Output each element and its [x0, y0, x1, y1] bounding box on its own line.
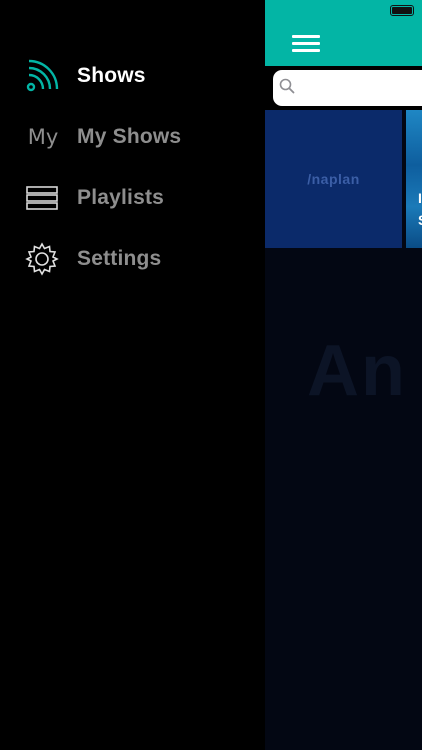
search-field[interactable]: [273, 70, 422, 106]
gear-icon: [24, 241, 60, 277]
show-tile-logo: /naplan: [307, 171, 360, 187]
sidebar-item-my-shows[interactable]: My My Shows: [0, 111, 265, 163]
show-tile[interactable]: I S: [406, 110, 422, 248]
show-tile-text: S: [418, 212, 422, 228]
battery-icon: [390, 5, 414, 16]
search-icon: [279, 78, 295, 99]
sidebar-item-label: My Shows: [77, 125, 182, 148]
rss-feed-icon: [24, 58, 60, 94]
sidebar-item-label: Shows: [77, 64, 146, 87]
show-tile-text: I: [418, 190, 422, 206]
hamburger-menu-icon[interactable]: [292, 35, 320, 53]
logo-text: naplan: [311, 171, 360, 187]
navigation-drawer: Shows My My Shows Playlists Settings: [0, 0, 265, 750]
main-content-panel[interactable]: /naplan I S An: [265, 0, 422, 750]
sidebar-item-playlists[interactable]: Playlists: [0, 172, 265, 224]
top-app-bar: [265, 0, 422, 66]
sidebar-item-label: Playlists: [77, 186, 165, 209]
search-bar-container: [265, 66, 422, 110]
sidebar-item-settings[interactable]: Settings: [0, 233, 265, 285]
my-icon: My: [24, 119, 60, 155]
sidebar-item-shows[interactable]: Shows: [0, 50, 265, 102]
show-tile[interactable]: /naplan: [265, 110, 402, 248]
my-icon-text: My: [27, 125, 59, 149]
sidebar-item-label: Settings: [77, 247, 162, 270]
list-icon: [24, 180, 60, 216]
search-input[interactable]: [301, 79, 421, 97]
background-watermark-logo: An: [307, 331, 407, 411]
